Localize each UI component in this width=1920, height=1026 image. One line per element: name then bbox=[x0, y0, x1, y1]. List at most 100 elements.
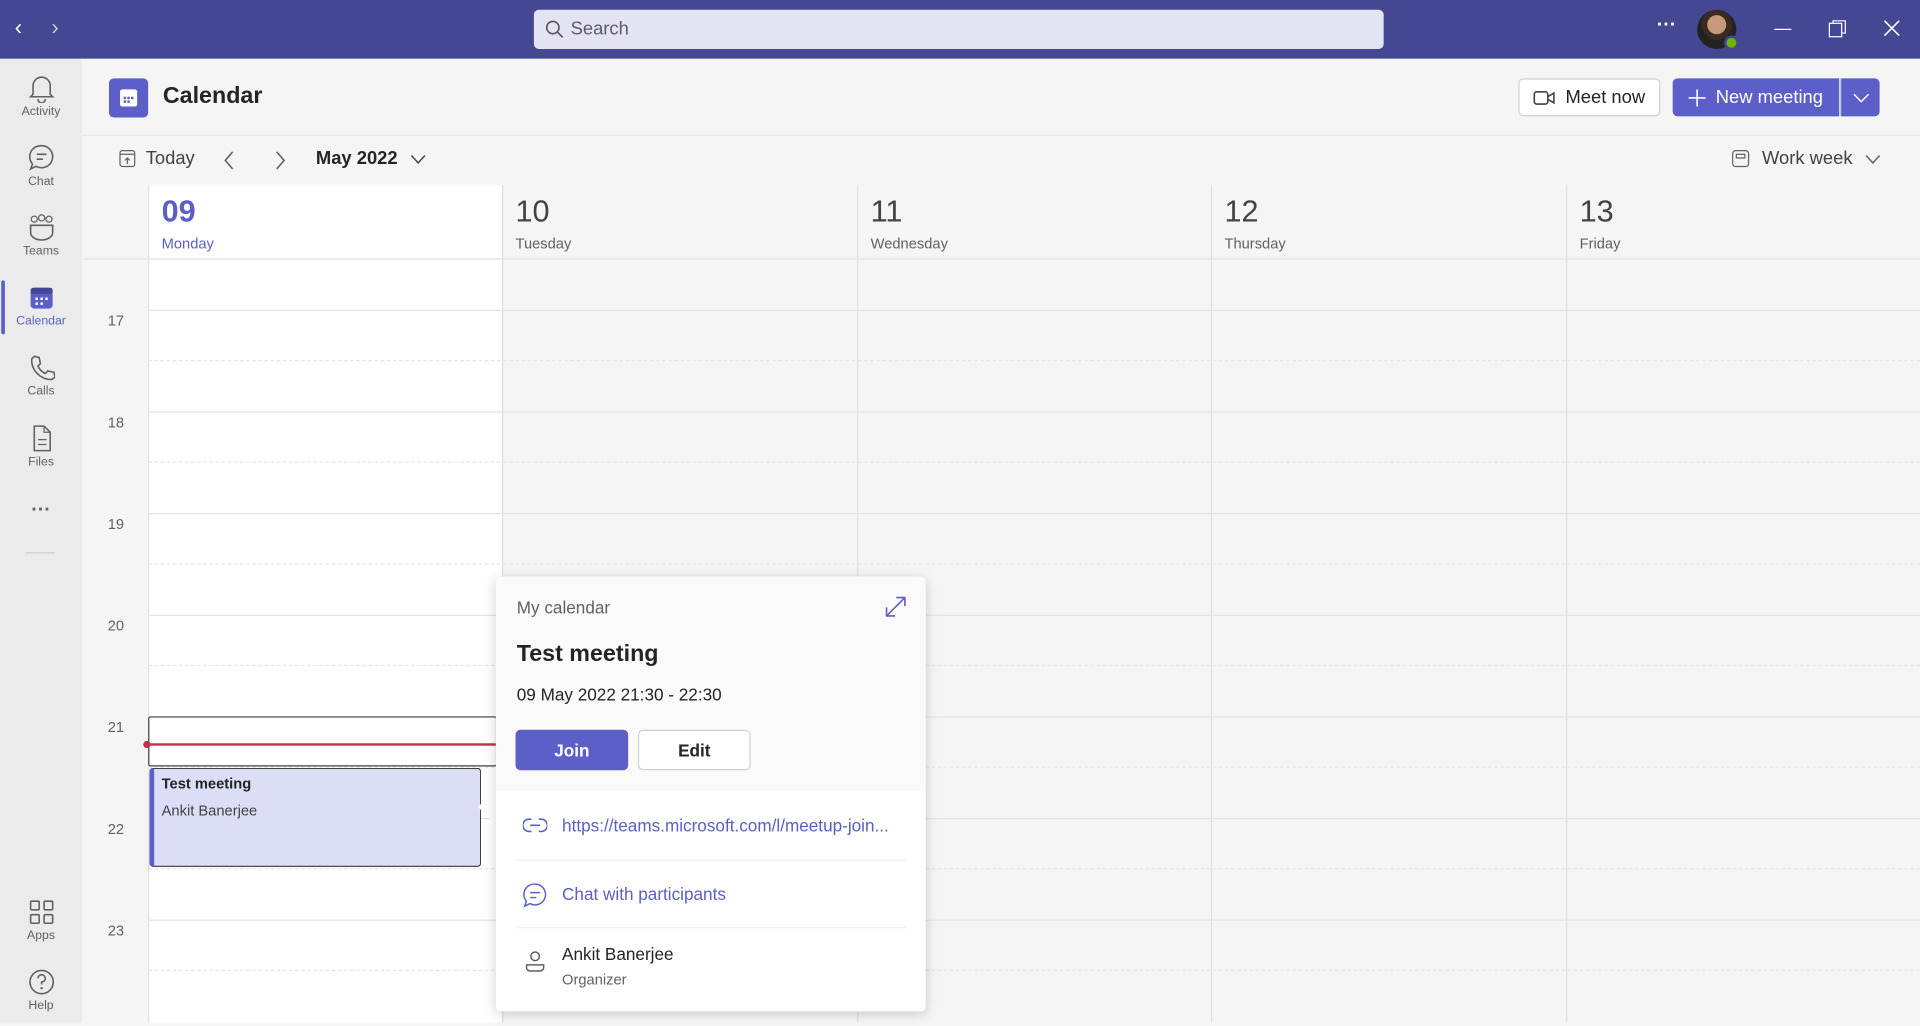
day-name: Wednesday bbox=[870, 235, 948, 253]
rail-label: Chat bbox=[28, 175, 54, 189]
help-icon bbox=[28, 969, 54, 995]
rail-item-apps[interactable]: Apps bbox=[0, 888, 82, 957]
forward-button[interactable]: › bbox=[51, 15, 58, 41]
rail-label: Files bbox=[28, 455, 54, 469]
app-rail: Activity Chat Teams Calendar Calls Files… bbox=[0, 58, 83, 1026]
meeting-link[interactable]: https://teams.microsoft.com/l/meetup-joi… bbox=[562, 816, 889, 836]
chevron-down-icon bbox=[1852, 93, 1869, 103]
search-input[interactable]: Search bbox=[533, 9, 1384, 49]
today-label: Today bbox=[145, 148, 195, 169]
hour-label: 18 bbox=[107, 413, 125, 432]
current-time-line bbox=[148, 743, 498, 746]
hour-line bbox=[148, 513, 1920, 515]
rail-item-calendar[interactable]: Calendar bbox=[0, 273, 82, 342]
rail-label: Help bbox=[28, 999, 54, 1013]
new-meeting-button[interactable]: New meeting bbox=[1672, 78, 1840, 117]
rail-label: Activity bbox=[21, 105, 61, 119]
title-bar: ‹ › Search ··· bbox=[0, 0, 1920, 59]
hour-label: 23 bbox=[107, 922, 125, 940]
hour-label: 17 bbox=[107, 312, 125, 330]
today-button[interactable]: Today bbox=[119, 148, 195, 169]
day-name: Friday bbox=[1579, 235, 1621, 253]
view-label: Work week bbox=[1762, 148, 1853, 169]
rail-label: Calendar bbox=[16, 314, 66, 329]
calendar-event[interactable]: Test meeting Ankit Banerjee bbox=[149, 767, 482, 867]
minimize-button[interactable] bbox=[1774, 21, 1792, 38]
selected-time-slot[interactable] bbox=[148, 716, 498, 767]
hour-label: 22 bbox=[107, 820, 125, 838]
hour-label: 21 bbox=[107, 718, 125, 736]
presence-available-icon bbox=[1724, 35, 1739, 51]
day-header: 13 Friday bbox=[1567, 185, 1920, 260]
video-camera-icon bbox=[1534, 90, 1556, 105]
rail-item-files[interactable]: Files bbox=[0, 414, 82, 483]
organizer-role: Organizer bbox=[562, 971, 627, 989]
rail-item-calls[interactable]: Calls bbox=[0, 343, 82, 412]
more-apps-button[interactable]: ··· bbox=[0, 500, 82, 522]
day-number: 13 bbox=[1579, 194, 1614, 229]
person-icon bbox=[525, 951, 545, 972]
restore-button[interactable] bbox=[1828, 20, 1846, 38]
file-icon bbox=[32, 425, 51, 452]
edit-button[interactable]: Edit bbox=[637, 729, 751, 771]
day-header: 11 Wednesday bbox=[858, 185, 1212, 260]
divider bbox=[516, 859, 907, 861]
day-header: 09 Monday bbox=[149, 185, 503, 260]
day-number: 09 bbox=[161, 194, 196, 229]
meeting-datetime: 09 May 2022 21:30 - 22:30 bbox=[516, 684, 722, 705]
month-label: May 2022 bbox=[315, 148, 398, 169]
search-icon bbox=[545, 20, 564, 38]
day-number: 12 bbox=[1224, 194, 1259, 229]
new-meeting-dropdown-button[interactable] bbox=[1840, 78, 1880, 117]
view-switcher[interactable]: Work week bbox=[1731, 148, 1881, 169]
event-details-popup: My calendar Test meeting 09 May 2022 21:… bbox=[495, 576, 926, 1012]
previous-week-button[interactable] bbox=[223, 151, 235, 171]
day-header: 10 Tuesday bbox=[503, 185, 857, 260]
rail-item-activity[interactable]: Activity bbox=[0, 64, 82, 133]
hour-line bbox=[148, 614, 1920, 616]
rail-divider bbox=[25, 552, 56, 554]
back-button[interactable]: ‹ bbox=[15, 15, 22, 41]
plus-icon bbox=[1688, 88, 1706, 106]
chat-with-participants-link[interactable]: Chat with participants bbox=[562, 884, 726, 904]
day-number: 11 bbox=[870, 194, 903, 229]
page-title: Calendar bbox=[162, 83, 263, 109]
bell-icon bbox=[28, 76, 54, 103]
chevron-down-icon bbox=[1865, 154, 1881, 164]
header-divider bbox=[82, 134, 1920, 136]
rail-item-chat[interactable]: Chat bbox=[0, 133, 82, 202]
hour-line bbox=[148, 919, 1920, 921]
next-week-button[interactable] bbox=[274, 151, 286, 171]
meet-now-button[interactable]: Meet now bbox=[1518, 78, 1661, 117]
more-options-button[interactable]: ··· bbox=[1657, 15, 1677, 37]
chat-icon bbox=[28, 144, 53, 171]
rail-item-help[interactable]: Help bbox=[0, 958, 82, 1026]
half-hour-line bbox=[148, 563, 1920, 565]
calendar-name: My calendar bbox=[516, 597, 611, 618]
month-picker[interactable]: May 2022 bbox=[316, 148, 426, 169]
expand-icon[interactable] bbox=[885, 596, 906, 617]
divider bbox=[516, 926, 907, 929]
event-organizer: Ankit Banerjee bbox=[161, 802, 258, 820]
link-icon bbox=[522, 818, 548, 833]
join-button[interactable]: Join bbox=[515, 729, 629, 771]
calendar-icon bbox=[30, 287, 53, 309]
chat-icon bbox=[523, 883, 547, 908]
current-time-dot bbox=[143, 740, 151, 749]
view-icon bbox=[1732, 150, 1750, 168]
hour-line bbox=[148, 411, 1920, 413]
rail-label: Calls bbox=[27, 384, 55, 398]
rail-item-teams[interactable]: Teams bbox=[0, 203, 82, 272]
day-name: Thursday bbox=[1224, 235, 1286, 253]
chevron-down-icon bbox=[410, 154, 426, 164]
day-name: Monday bbox=[161, 235, 214, 253]
day-number: 10 bbox=[515, 194, 550, 229]
meeting-title: Test meeting bbox=[516, 641, 659, 668]
organizer-name: Ankit Banerjee bbox=[562, 944, 674, 964]
half-hour-line bbox=[148, 360, 1920, 362]
close-button[interactable] bbox=[1883, 20, 1900, 37]
time-gutter-header bbox=[83, 185, 149, 260]
day-header: 12 Thursday bbox=[1212, 185, 1566, 260]
half-hour-line bbox=[148, 664, 1920, 667]
search-placeholder: Search bbox=[570, 18, 629, 40]
